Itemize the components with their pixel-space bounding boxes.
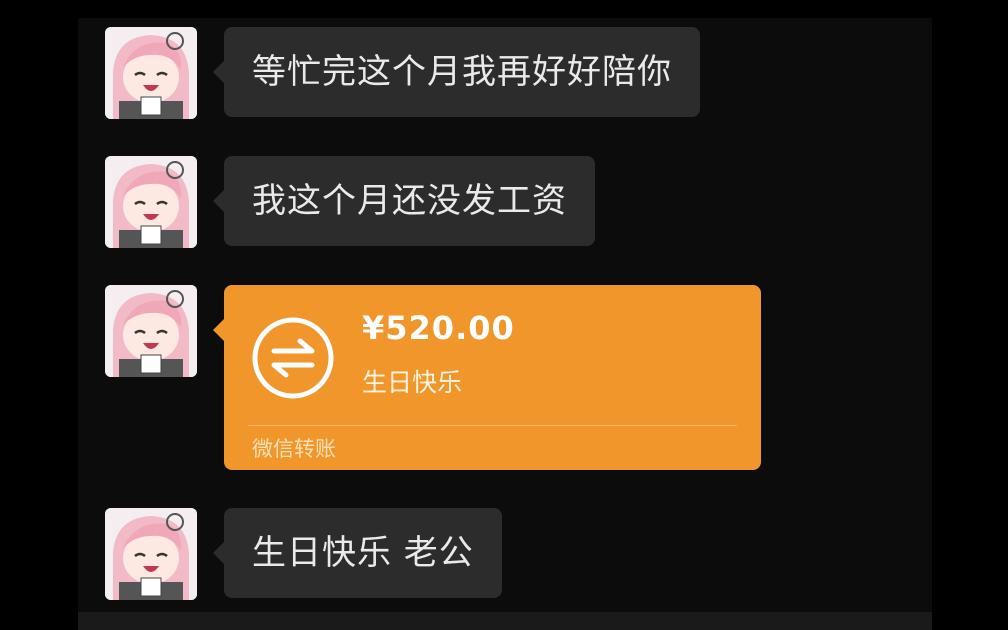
transfer-amount: ¥520.00	[362, 309, 515, 347]
divider	[248, 425, 737, 426]
message-text: 生日快乐 老公	[252, 533, 474, 573]
input-bar-edge	[78, 612, 932, 630]
message-bubble[interactable]: 我这个月还没发工资	[213, 156, 595, 246]
avatar[interactable]	[105, 27, 197, 119]
anime-girl-avatar	[105, 285, 197, 377]
anime-girl-avatar	[105, 27, 197, 119]
anime-girl-avatar	[105, 508, 197, 600]
transfer-source-label: 微信转账	[252, 437, 336, 461]
message-bubble[interactable]: 等忙完这个月我再好好陪你	[213, 27, 700, 117]
avatar[interactable]	[105, 508, 197, 600]
anime-girl-avatar	[105, 156, 197, 248]
message-text: 等忙完这个月我再好好陪你	[252, 52, 672, 92]
transfer-card[interactable]: ¥520.00 生日快乐 微信转账	[213, 285, 761, 470]
screen: 等忙完这个月我再好好陪你 我这个月还没发工资 ¥520.00 生日快乐 微信转账…	[0, 0, 1008, 630]
avatar[interactable]	[105, 156, 197, 248]
message-bubble[interactable]: 生日快乐 老公	[213, 508, 502, 598]
transfer-note: 生日快乐	[362, 368, 463, 397]
avatar[interactable]	[105, 285, 197, 377]
message-text: 我这个月还没发工资	[252, 181, 567, 221]
transfer-arrows-icon	[252, 317, 334, 399]
